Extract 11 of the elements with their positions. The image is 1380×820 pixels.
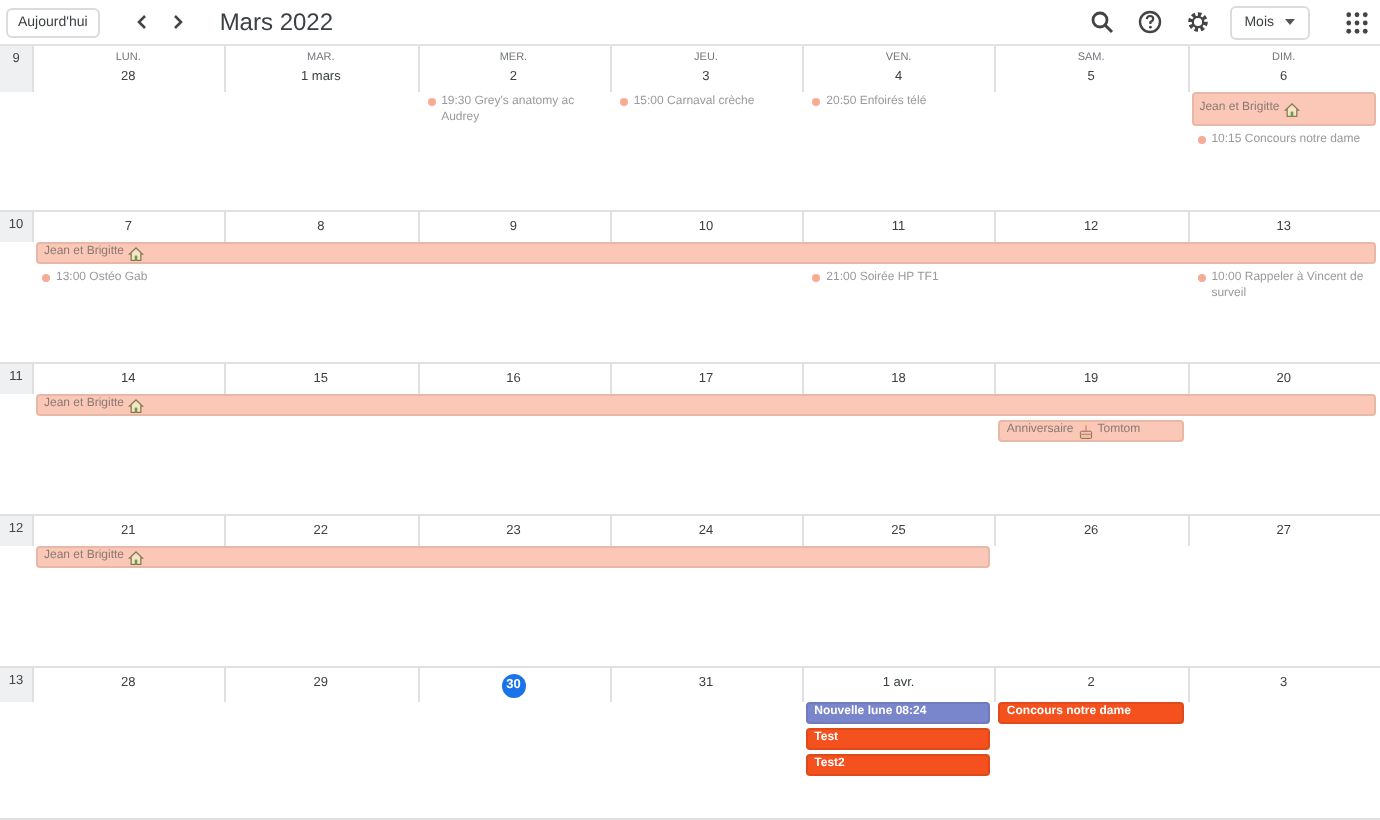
apps-grid-icon[interactable]: [1346, 11, 1368, 33]
house-icon: [128, 397, 145, 413]
house-icon: [128, 245, 145, 261]
settings-icon[interactable]: [1186, 10, 1211, 34]
house-icon: [128, 549, 145, 565]
help-icon[interactable]: [1138, 10, 1163, 34]
cake-icon: [1077, 423, 1094, 439]
house-icon: [1283, 101, 1300, 117]
month-title: Mars 2022: [219, 8, 334, 36]
search-icon[interactable]: [1090, 10, 1115, 34]
caret-icon: [1284, 18, 1296, 26]
